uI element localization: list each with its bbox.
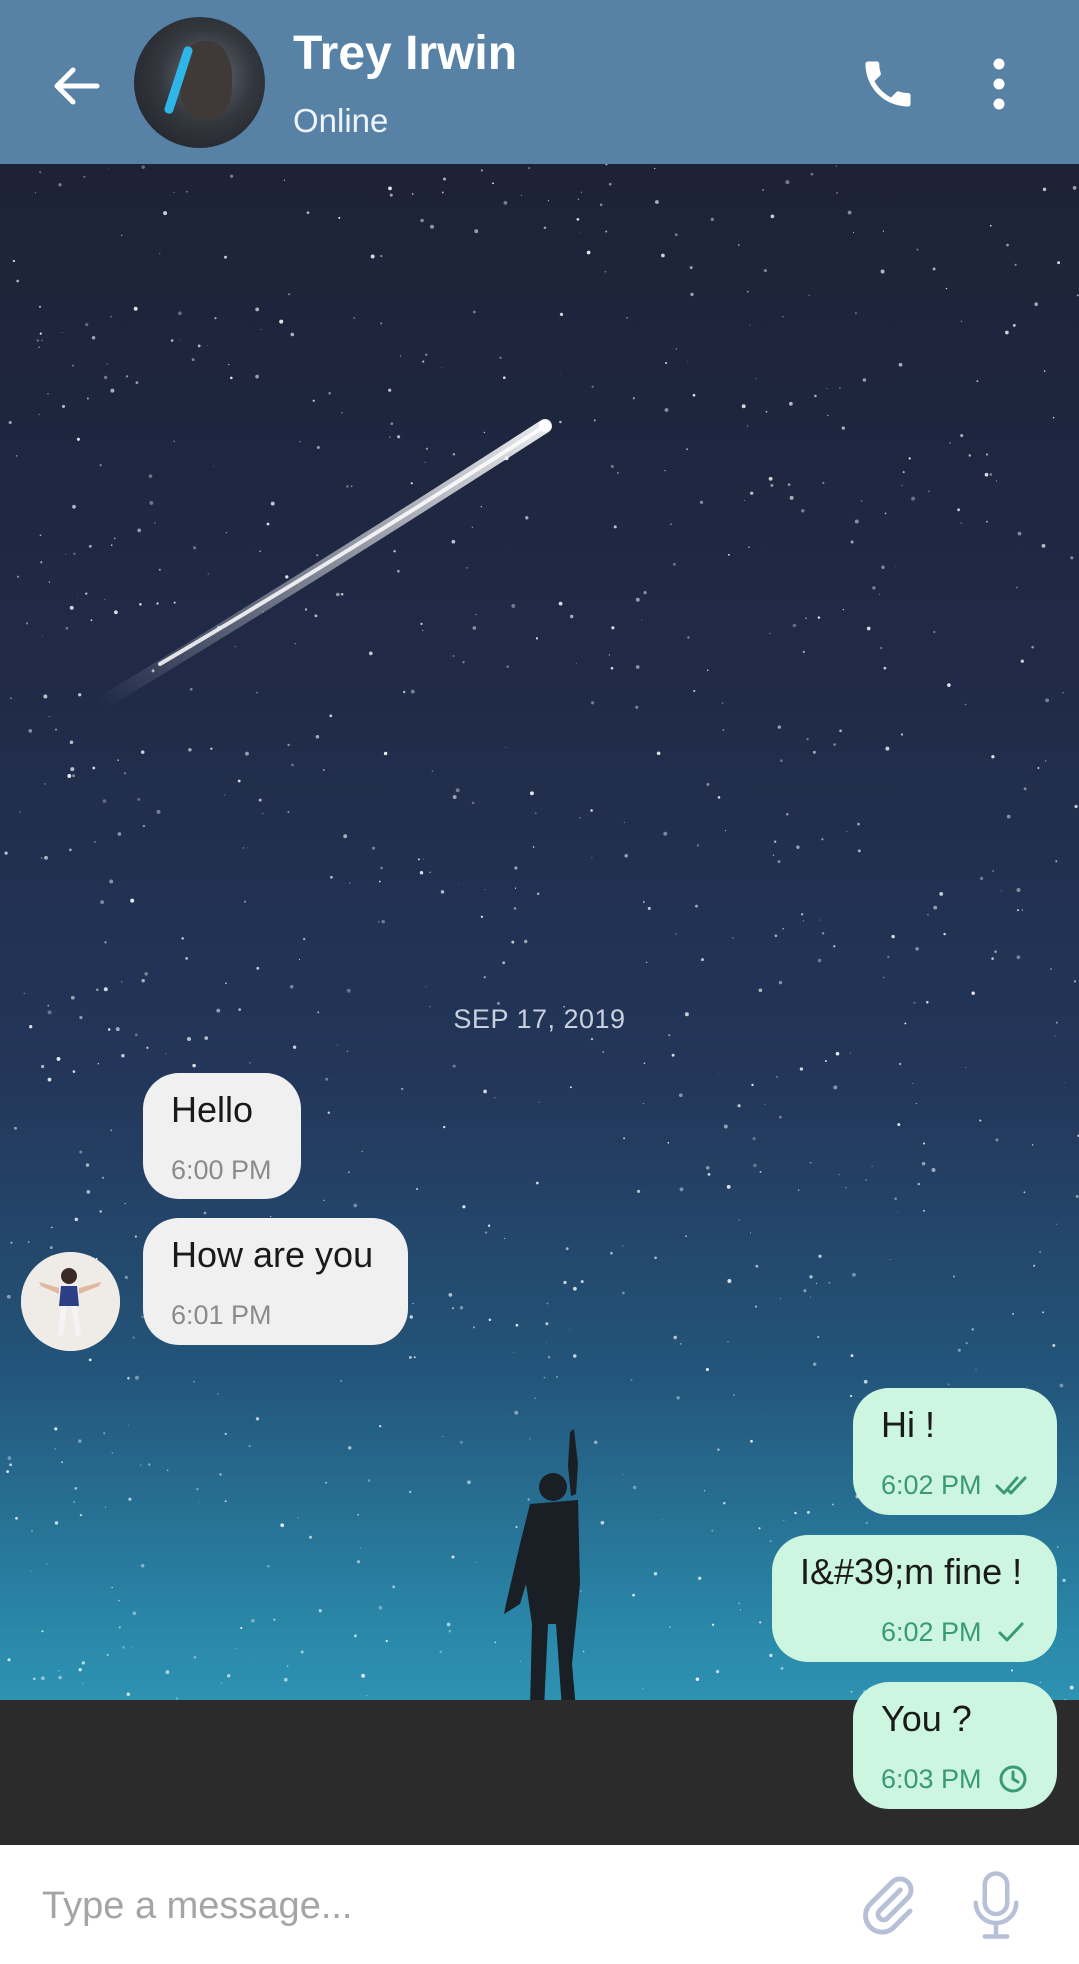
message-composer bbox=[0, 1845, 1079, 1964]
incoming-message[interactable]: How are you 6:01 PM bbox=[143, 1218, 408, 1345]
microphone-icon bbox=[973, 1871, 1019, 1939]
check-icon bbox=[998, 1622, 1024, 1642]
message-text: You ? bbox=[881, 1698, 972, 1739]
sender-avatar[interactable] bbox=[21, 1252, 120, 1351]
chat-header: Trey Irwin Online bbox=[0, 0, 1079, 164]
message-time: 6:03 PM bbox=[881, 1764, 982, 1794]
back-button[interactable] bbox=[40, 50, 112, 122]
message-text: How are you bbox=[171, 1234, 374, 1275]
outgoing-message[interactable]: I&#39;m fine ! 6:02 PM bbox=[772, 1535, 1057, 1662]
contact-name[interactable]: Trey Irwin bbox=[293, 26, 517, 81]
message-text: Hi ! bbox=[881, 1404, 935, 1445]
incoming-message[interactable]: Hello 6:00 PM bbox=[143, 1073, 301, 1199]
phone-icon bbox=[865, 61, 911, 107]
message-input[interactable] bbox=[40, 1869, 824, 1943]
date-divider: SEP 17, 2019 bbox=[453, 1004, 626, 1034]
message-time: 6:02 PM bbox=[881, 1617, 982, 1647]
paperclip-icon bbox=[863, 1876, 914, 1935]
attach-button[interactable] bbox=[852, 1865, 924, 1945]
more-vert-icon bbox=[993, 58, 1005, 110]
message-time: 6:02 PM bbox=[881, 1470, 982, 1500]
call-button[interactable] bbox=[852, 48, 924, 120]
message-text: I&#39;m fine ! bbox=[800, 1551, 1023, 1592]
arrow-back-icon bbox=[54, 67, 100, 105]
double-check-icon bbox=[995, 1476, 1027, 1495]
outgoing-message[interactable]: Hi ! 6:02 PM bbox=[853, 1388, 1057, 1515]
more-options-button[interactable] bbox=[966, 48, 1032, 120]
outgoing-message[interactable]: You ? 6:03 PM bbox=[853, 1682, 1057, 1809]
message-time: 6:00 PM bbox=[171, 1155, 272, 1185]
contact-status: Online bbox=[293, 102, 389, 139]
clock-icon bbox=[999, 1765, 1027, 1793]
contact-avatar[interactable] bbox=[134, 17, 265, 148]
microphone-button[interactable] bbox=[960, 1865, 1032, 1945]
message-text: Hello bbox=[171, 1089, 254, 1130]
message-time: 6:01 PM bbox=[171, 1300, 272, 1330]
